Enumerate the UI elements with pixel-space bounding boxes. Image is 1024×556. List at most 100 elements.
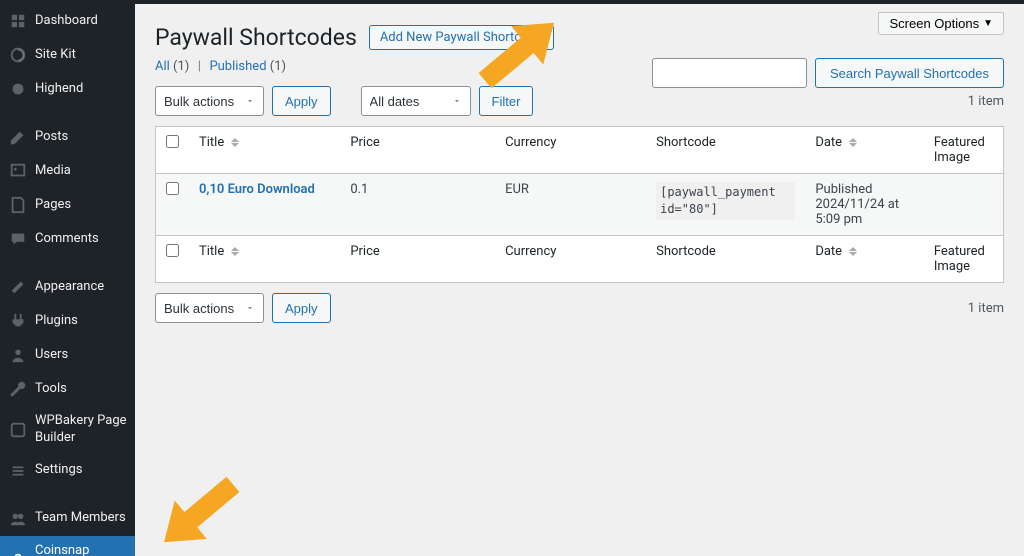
- sidebar-item-pages[interactable]: Pages: [0, 188, 135, 222]
- row-featured-image: [924, 174, 1004, 236]
- row-title-link[interactable]: 0,10 Euro Download: [199, 182, 315, 197]
- main-content: Screen Options ▼ Paywall Shortcodes Add …: [135, 4, 1024, 556]
- items-count-bottom: 1 item: [968, 301, 1004, 316]
- add-new-button[interactable]: Add New Paywall Shortcode: [369, 25, 554, 50]
- items-count-top: 1 item: [968, 94, 1004, 109]
- dashboard-icon: [8, 11, 28, 31]
- wpbakery-icon: [8, 420, 28, 440]
- bulk-actions-select[interactable]: Bulk actions: [155, 86, 264, 116]
- sidebar-item-dashboard[interactable]: Dashboard: [0, 4, 135, 38]
- column-title-foot[interactable]: Title: [189, 236, 340, 283]
- comments-icon: [8, 229, 28, 249]
- row-price: 0.1: [340, 174, 495, 236]
- select-all-top-checkbox[interactable]: [166, 135, 179, 148]
- search-row: Search Paywall Shortcodes: [652, 58, 1004, 88]
- screen-options-label: Screen Options: [889, 16, 979, 31]
- column-date[interactable]: Date: [805, 127, 924, 174]
- screen-options-toggle[interactable]: Screen Options ▼: [878, 12, 1004, 35]
- separator: |: [193, 59, 207, 74]
- sidebar-item-label: Team Members: [35, 510, 127, 527]
- sidebar-item-label: Coinsnap Paywall: [35, 543, 114, 556]
- row-checkbox[interactable]: [166, 182, 179, 195]
- page-header: Paywall Shortcodes Add New Paywall Short…: [155, 24, 1004, 51]
- sidebar-item-label: Users: [35, 347, 127, 364]
- search-input[interactable]: [652, 58, 807, 88]
- menu-separator: [0, 488, 135, 502]
- column-date-foot[interactable]: Date: [805, 236, 924, 283]
- sort-icon: [849, 138, 857, 147]
- sidebar-item-posts[interactable]: Posts: [0, 120, 135, 154]
- row-date: Published 2024/11/24 at 5:09 pm: [805, 174, 924, 236]
- tools-icon: [8, 379, 28, 399]
- column-shortcode: Shortcode: [646, 127, 805, 174]
- sidebar-item-label: Highend: [35, 81, 127, 98]
- sidebar-item-users[interactable]: Users: [0, 338, 135, 372]
- column-title[interactable]: Title: [189, 127, 340, 174]
- sidebar-item-sitekit[interactable]: Site Kit: [0, 38, 135, 72]
- column-currency-foot: Currency: [495, 236, 646, 283]
- column-shortcode-foot: Shortcode: [646, 236, 805, 283]
- sidebar-item-tools[interactable]: Tools: [0, 372, 135, 406]
- bulk-actions-select-bottom[interactable]: Bulk actions: [155, 293, 264, 323]
- sidebar-item-wpbakery[interactable]: WPBakery Page Builder: [0, 406, 135, 454]
- plugins-icon: [8, 311, 28, 331]
- sidebar-item-label: Posts: [35, 129, 127, 146]
- select-all-bottom-checkbox[interactable]: [166, 244, 179, 257]
- settings-icon: [8, 461, 28, 481]
- row-shortcode: [paywall_payment id="80"]: [656, 182, 795, 220]
- filter-published-link[interactable]: Published: [209, 59, 266, 74]
- sidebar-item-highend[interactable]: Highend: [0, 72, 135, 106]
- sort-icon: [849, 247, 857, 256]
- sidebar-item-label: WPBakery Page Builder: [35, 413, 127, 447]
- sidebar-item-label: Media: [35, 163, 127, 180]
- sidebar-item-label: Tools: [35, 381, 127, 398]
- chevron-down-icon: ▼: [983, 18, 993, 29]
- admin-sidebar: Dashboard Site Kit Highend Posts Media P…: [0, 4, 135, 556]
- sidebar-item-teammembers[interactable]: Team Members: [0, 502, 135, 536]
- sidebar-item-plugins[interactable]: Plugins: [0, 304, 135, 338]
- page-title: Paywall Shortcodes: [155, 24, 357, 51]
- sidebar-item-coinsnap-paywall[interactable]: Coinsnap Paywall: [0, 536, 135, 556]
- row-currency: EUR: [495, 174, 646, 236]
- sidebar-item-label: Settings: [35, 462, 127, 479]
- highend-icon: [8, 79, 28, 99]
- apply-bulk-button[interactable]: Apply: [272, 86, 331, 116]
- menu-separator: [0, 256, 135, 270]
- tablenav-top: Bulk actions Apply All dates Filter 1 it…: [155, 86, 1004, 116]
- sidebar-item-label: Plugins: [35, 313, 127, 330]
- column-featured-image: Featured Image: [924, 127, 1004, 174]
- column-featured-image-foot: Featured Image: [924, 236, 1004, 283]
- tablenav-bottom: Bulk actions Apply 1 item: [155, 293, 1004, 323]
- shortcodes-table: Title Price Currency Shortcode Date Feat…: [155, 126, 1004, 283]
- filter-all-link[interactable]: All: [155, 59, 170, 74]
- sitekit-icon: [8, 45, 28, 65]
- team-icon: [8, 509, 28, 529]
- sidebar-item-comments[interactable]: Comments: [0, 222, 135, 256]
- appearance-icon: [8, 277, 28, 297]
- sidebar-item-label: Site Kit: [35, 47, 127, 64]
- sidebar-item-label: Dashboard: [35, 13, 127, 30]
- users-icon: [8, 345, 28, 365]
- date-filter-select[interactable]: All dates: [361, 86, 471, 116]
- table-row: 0,10 Euro Download 0.1 EUR [paywall_paym…: [156, 174, 1004, 236]
- apply-bulk-button-bottom[interactable]: Apply: [272, 293, 331, 323]
- sidebar-item-settings[interactable]: Settings: [0, 454, 135, 488]
- filter-button[interactable]: Filter: [479, 86, 534, 116]
- media-icon: [8, 161, 28, 181]
- sort-icon: [231, 138, 239, 147]
- search-button[interactable]: Search Paywall Shortcodes: [815, 58, 1004, 88]
- posts-icon: [8, 127, 28, 147]
- column-currency: Currency: [495, 127, 646, 174]
- sidebar-item-label: Pages: [35, 197, 127, 214]
- sidebar-item-label: Comments: [35, 231, 127, 248]
- filter-published-count: (1): [270, 59, 286, 74]
- sidebar-item-label: Appearance: [35, 279, 127, 296]
- lock-icon: [8, 550, 28, 556]
- column-price-foot: Price: [340, 236, 495, 283]
- column-price: Price: [340, 127, 495, 174]
- filter-all-count: (1): [173, 59, 189, 74]
- sidebar-item-media[interactable]: Media: [0, 154, 135, 188]
- sort-icon: [231, 247, 239, 256]
- sidebar-item-appearance[interactable]: Appearance: [0, 270, 135, 304]
- menu-separator: [0, 106, 135, 120]
